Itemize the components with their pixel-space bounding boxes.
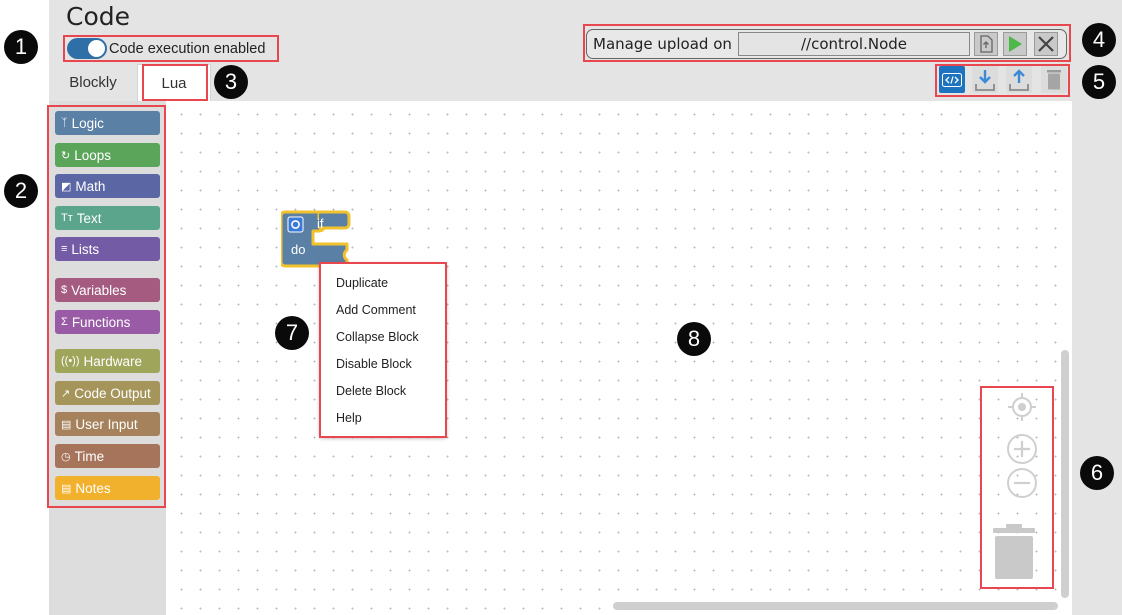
page-title: Code xyxy=(66,2,131,31)
if-label: if xyxy=(317,216,324,231)
badge-6: 6 xyxy=(1080,456,1114,490)
highlight-1 xyxy=(63,35,279,62)
tab-blockly[interactable]: Blockly xyxy=(49,64,137,101)
app-root: Code Code execution enabled Manage uploa… xyxy=(0,0,1122,615)
blockly-workspace[interactable] xyxy=(166,101,1072,615)
badge-1: 1 xyxy=(4,30,38,64)
badge-7: 7 xyxy=(275,316,309,350)
badge-8: 8 xyxy=(677,322,711,356)
horizontal-scrollbar[interactable] xyxy=(613,602,1058,610)
badge-3: 3 xyxy=(214,65,248,99)
badge-2: 2 xyxy=(4,174,38,208)
do-label: do xyxy=(291,242,306,257)
highlight-5 xyxy=(935,64,1070,97)
badge-4: 4 xyxy=(1082,23,1116,57)
highlight-7 xyxy=(319,262,447,438)
highlight-4 xyxy=(583,24,1071,62)
vertical-scrollbar[interactable] xyxy=(1061,350,1069,598)
highlight-2 xyxy=(47,105,166,508)
highlight-6 xyxy=(980,386,1054,589)
highlight-3 xyxy=(142,64,208,101)
badge-5: 5 xyxy=(1082,65,1116,99)
